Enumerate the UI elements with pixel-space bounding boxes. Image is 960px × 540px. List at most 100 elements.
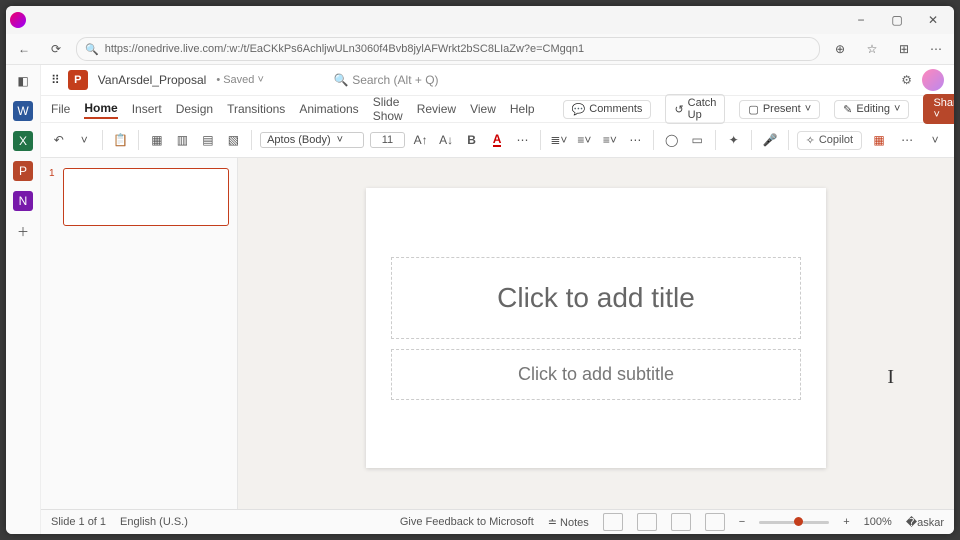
- increase-font-icon[interactable]: A↑: [411, 129, 430, 151]
- text-cursor-icon: I: [887, 366, 894, 389]
- slide-canvas-area[interactable]: Click to add title Click to add subtitle…: [238, 158, 954, 509]
- browser-titlebar: − ▢ ✕: [6, 6, 954, 34]
- window-maximize[interactable]: ▢: [880, 9, 914, 31]
- tab-animations[interactable]: Animations: [299, 100, 358, 118]
- fit-to-window-icon[interactable]: �askar: [906, 516, 944, 529]
- sidebar-edge-icon[interactable]: ◧: [13, 71, 33, 91]
- decrease-font-icon[interactable]: A↓: [436, 129, 455, 151]
- tab-help[interactable]: Help: [510, 100, 535, 118]
- more-para-icon[interactable]: ⋯: [626, 129, 645, 151]
- nav-refresh-icon[interactable]: ⟳: [44, 37, 68, 61]
- url-text: https://onedrive.live.com/:w:/t/EaCKkPs6…: [105, 43, 584, 55]
- window-close[interactable]: ✕: [916, 9, 950, 31]
- copilot-button[interactable]: ✧Copilot: [797, 131, 862, 150]
- slideshow-view-icon[interactable]: [705, 513, 725, 531]
- notes-button[interactable]: ≐ Notes: [548, 516, 589, 529]
- comment-icon: 💬: [572, 103, 586, 116]
- slide-thumbnails-pane[interactable]: 1: [41, 158, 238, 509]
- section-icon[interactable]: ▧: [224, 129, 243, 151]
- subtitle-placeholder[interactable]: Click to add subtitle: [391, 349, 801, 400]
- sidebar-onenote-icon[interactable]: N: [13, 191, 33, 211]
- font-selector[interactable]: Aptos (Body)˅: [260, 132, 364, 148]
- nav-back-icon[interactable]: ←: [12, 37, 36, 61]
- tab-view[interactable]: View: [470, 100, 496, 118]
- bold-button[interactable]: B: [462, 129, 481, 151]
- tab-favicon: [10, 12, 26, 28]
- ribbon-tabs: File Home Insert Design Transitions Anim…: [41, 96, 954, 123]
- tab-slideshow[interactable]: Slide Show: [373, 93, 403, 125]
- waffle-icon[interactable]: ⠿: [51, 73, 58, 87]
- addin-icon[interactable]: ▦: [868, 129, 890, 151]
- chevron-down-icon: ˅: [337, 134, 343, 146]
- undo-icon[interactable]: ↶: [49, 129, 68, 151]
- shapes-icon[interactable]: ◯: [662, 129, 681, 151]
- save-state[interactable]: • Saved ˅: [216, 74, 264, 86]
- tab-insert[interactable]: Insert: [132, 100, 162, 118]
- redo-chevron-icon[interactable]: ˅: [74, 129, 93, 151]
- user-avatar[interactable]: [922, 69, 944, 91]
- zoom-slider[interactable]: [759, 521, 829, 524]
- window-minimize[interactable]: −: [844, 9, 878, 31]
- search-icon: 🔍: [334, 73, 349, 87]
- zoom-in-button[interactable]: +: [843, 516, 849, 528]
- paste-icon[interactable]: 📋: [111, 129, 130, 151]
- sorter-view-icon[interactable]: [637, 513, 657, 531]
- editing-button[interactable]: ✎Editing˅: [834, 100, 909, 119]
- tab-home[interactable]: Home: [84, 99, 117, 119]
- share-button[interactable]: Share ˅: [923, 94, 954, 124]
- designer-icon[interactable]: ✦: [724, 129, 743, 151]
- app-header: ⠿ P VanArsdel_Proposal • Saved ˅ 🔍 Searc…: [41, 65, 954, 96]
- reading-view-icon[interactable]: [671, 513, 691, 531]
- layout-icon[interactable]: ▥: [173, 129, 192, 151]
- new-slide-icon[interactable]: ▦: [147, 129, 166, 151]
- reset-icon[interactable]: ▤: [198, 129, 217, 151]
- sidebar-powerpoint-icon[interactable]: P: [13, 161, 33, 181]
- slide[interactable]: Click to add title Click to add subtitle: [366, 188, 826, 468]
- app-sidebar: ◧ W X P N ＋: [6, 65, 41, 534]
- sidebar-word-icon[interactable]: W: [13, 101, 33, 121]
- more-ribbon-icon[interactable]: ⋯: [896, 129, 918, 151]
- document-name[interactable]: VanArsdel_Proposal: [98, 73, 207, 87]
- arrange-icon[interactable]: ▭: [687, 129, 706, 151]
- present-icon: ▢: [748, 103, 758, 116]
- collections-icon[interactable]: ⊞: [892, 37, 916, 61]
- language-indicator[interactable]: English (U.S.): [120, 516, 188, 528]
- align-icon[interactable]: ≡˅: [600, 129, 619, 151]
- browser-urlbar: ← ⟳ 🔍 https://onedrive.live.com/:w:/t/Ea…: [6, 34, 954, 65]
- sidebar-excel-icon[interactable]: X: [13, 131, 33, 151]
- more-icon[interactable]: ⋯: [924, 37, 948, 61]
- normal-view-icon[interactable]: [603, 513, 623, 531]
- search-placeholder: Search (Alt + Q): [352, 73, 438, 87]
- more-font-icon[interactable]: ⋯: [513, 129, 532, 151]
- settings-icon[interactable]: ⚙: [901, 73, 912, 87]
- tab-transitions[interactable]: Transitions: [227, 100, 285, 118]
- tab-file[interactable]: File: [51, 100, 70, 118]
- slide-counter[interactable]: Slide 1 of 1: [51, 516, 106, 528]
- ribbon-toolbar: ↶ ˅ 📋 ▦ ▥ ▤ ▧ Aptos (Body)˅ 11 A↑ A↓ B A…: [41, 123, 954, 158]
- numbering-icon[interactable]: ≡˅: [575, 129, 594, 151]
- comments-button[interactable]: 💬Comments: [563, 100, 652, 119]
- zoom-level[interactable]: 100%: [864, 516, 892, 528]
- present-button[interactable]: ▢Present˅: [739, 100, 820, 119]
- bullets-icon[interactable]: ≣˅: [549, 129, 568, 151]
- catchup-button[interactable]: ↺Catch Up: [665, 94, 725, 124]
- catchup-icon: ↺: [674, 103, 683, 116]
- tab-review[interactable]: Review: [417, 100, 456, 118]
- font-color-button[interactable]: A: [487, 129, 506, 151]
- url-input[interactable]: 🔍 https://onedrive.live.com/:w:/t/EaCKkP…: [76, 37, 820, 61]
- editor-area: 1 Click to add title Click to add subtit…: [41, 158, 954, 509]
- status-bar: Slide 1 of 1 English (U.S.) Give Feedbac…: [41, 509, 954, 534]
- read-aloud-icon[interactable]: ⊕: [828, 37, 852, 61]
- font-size-selector[interactable]: 11: [370, 132, 405, 148]
- feedback-link[interactable]: Give Feedback to Microsoft: [400, 516, 534, 528]
- title-placeholder[interactable]: Click to add title: [391, 257, 801, 339]
- sidebar-add-icon[interactable]: ＋: [13, 221, 33, 241]
- slide-thumbnail-1[interactable]: [63, 168, 229, 226]
- favorites-icon[interactable]: ☆: [860, 37, 884, 61]
- thumbnail-number: 1: [49, 168, 55, 179]
- zoom-out-button[interactable]: −: [739, 516, 745, 528]
- collapse-ribbon-icon[interactable]: ˅: [924, 129, 946, 151]
- search-box[interactable]: 🔍 Search (Alt + Q): [334, 73, 439, 87]
- dictate-icon[interactable]: 🎤: [760, 129, 779, 151]
- tab-design[interactable]: Design: [176, 100, 213, 118]
